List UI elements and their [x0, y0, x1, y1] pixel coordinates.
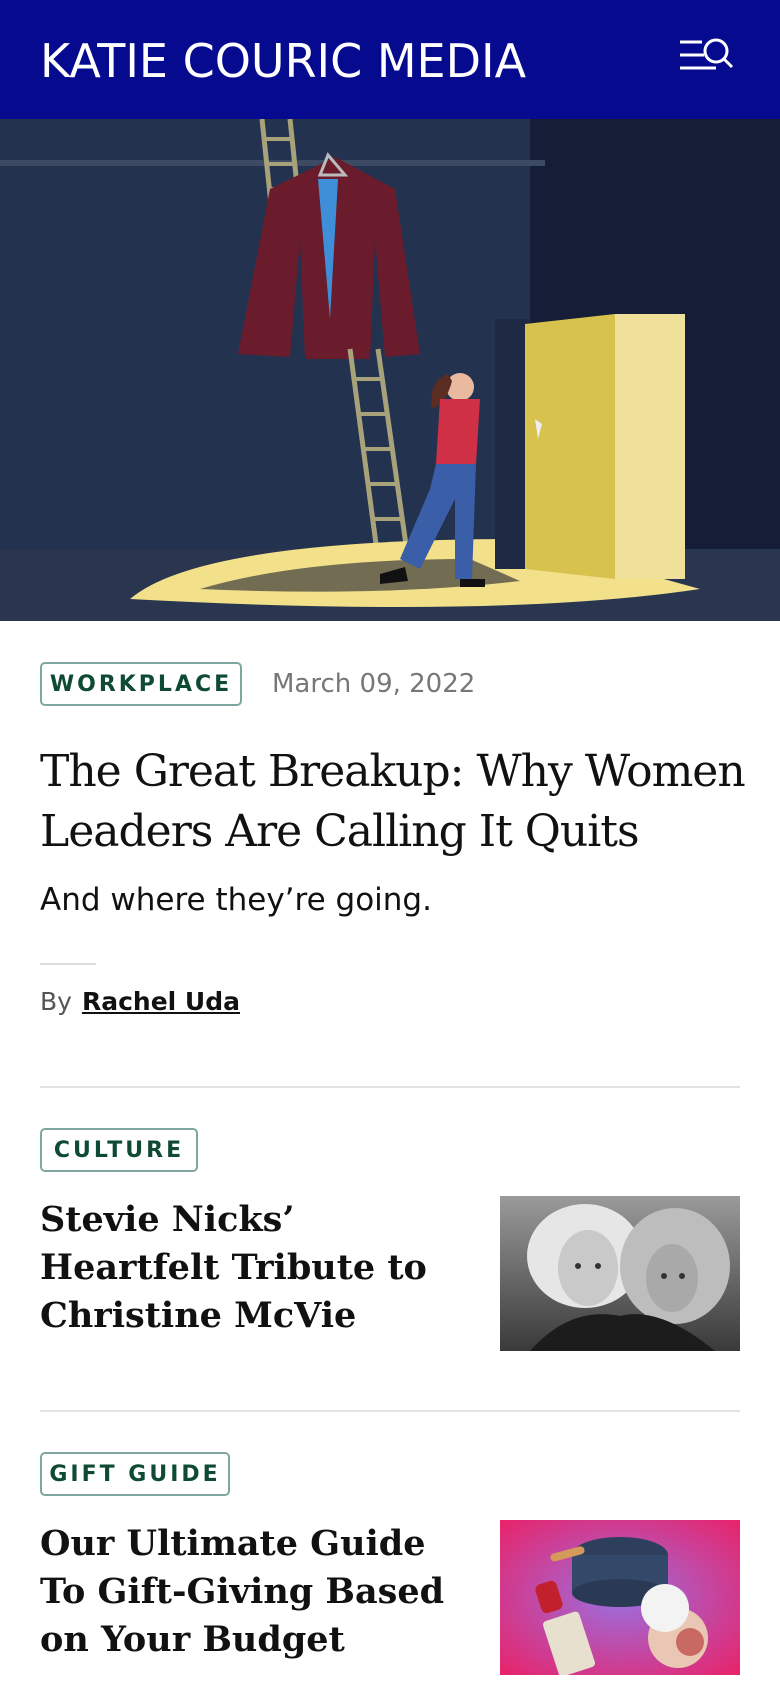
card-title[interactable]: Our Ultimate Guide To Gift-Giving Based … — [40, 1520, 460, 1664]
category-tag-gift-guide[interactable]: GIFT GUIDE — [40, 1452, 230, 1496]
section-divider — [40, 1086, 740, 1088]
byline-divider — [40, 963, 96, 965]
article-headline[interactable]: The Great Breakup: Why Women Leaders Are… — [40, 742, 750, 862]
section-divider — [40, 1410, 740, 1412]
author-link[interactable]: Rachel Uda — [82, 987, 240, 1016]
byline-prefix: By — [40, 987, 72, 1016]
illustration-woman-leaving-through-door-icon — [0, 119, 780, 621]
site-logo[interactable]: KATIE COURIC MEDIA — [40, 34, 526, 88]
category-tag-workplace[interactable]: WORKPLACE — [40, 662, 242, 706]
menu-search-button[interactable] — [676, 36, 736, 80]
card-title[interactable]: Stevie Nicks’ Heartfelt Tribute to Chris… — [40, 1196, 460, 1340]
site-header: KATIE COURIC MEDIA — [0, 0, 780, 119]
card-thumbnail[interactable] — [500, 1520, 740, 1675]
category-tag-culture[interactable]: CULTURE — [40, 1128, 198, 1172]
gift-products-collage-icon — [500, 1520, 740, 1675]
two-women-portrait-bw-icon — [500, 1196, 740, 1351]
article-dek: And where they’re going. — [40, 882, 432, 918]
publish-date: March 09, 2022 — [272, 669, 476, 699]
byline: By Rachel Uda — [40, 984, 240, 1020]
card-thumbnail[interactable] — [500, 1196, 740, 1351]
menu-search-icon — [680, 38, 734, 70]
hero-image[interactable] — [0, 119, 780, 621]
